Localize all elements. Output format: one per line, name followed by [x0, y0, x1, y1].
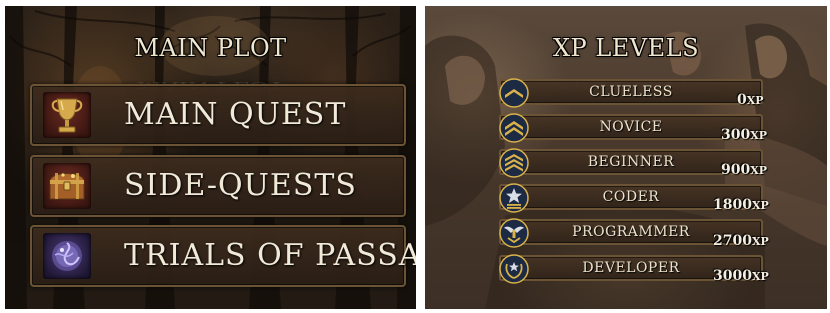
- rank-star-icon: [499, 183, 529, 213]
- main-quest-button[interactable]: MAIN QUEST: [30, 84, 406, 146]
- level-row-clueless: CLUELESS: [499, 79, 763, 105]
- side-quests-button[interactable]: SIDE-QUESTS: [30, 155, 406, 217]
- panel-title-xp-levels: XP LEVELS: [552, 34, 700, 62]
- magic-orb-icon: [43, 233, 91, 279]
- xp-levels-panel: XP LEVELS XP LEVELS CLUELESS NOVICE BEGI…: [425, 6, 827, 309]
- rank-wings-icon: [499, 218, 529, 248]
- xp-value: 0XP: [737, 92, 764, 108]
- screenshot-stage: MAIN PLOT MAIN PLOT MAIN QUEST: [0, 0, 830, 313]
- trophy-icon: [43, 92, 91, 138]
- main-plot-panel: MAIN PLOT MAIN PLOT MAIN QUEST: [5, 6, 416, 309]
- panel-title-main-plot: MAIN PLOT: [134, 34, 287, 62]
- xp-value: 2700XP: [713, 233, 769, 249]
- rank-wreath-icon: [499, 254, 529, 284]
- trials-of-passage-button[interactable]: TRIALS OF PASSAGE: [30, 225, 416, 287]
- xp-value: 3000XP: [713, 268, 769, 284]
- xp-value: 300XP: [721, 127, 768, 143]
- side-quests-label: SIDE-QUESTS: [124, 168, 357, 203]
- main-quest-label: MAIN QUEST: [124, 97, 347, 132]
- level-name: CLUELESS: [589, 84, 673, 100]
- xp-value: 900XP: [721, 162, 768, 178]
- treasure-chest-icon: [43, 163, 91, 209]
- rank-chevron-3-icon: [499, 148, 529, 178]
- trials-of-passage-label: TRIALS OF PASSAGE: [124, 238, 416, 273]
- rank-chevron-1-icon: [499, 78, 529, 108]
- rank-chevron-2-icon: [499, 113, 529, 143]
- xp-value: 1800XP: [713, 197, 769, 213]
